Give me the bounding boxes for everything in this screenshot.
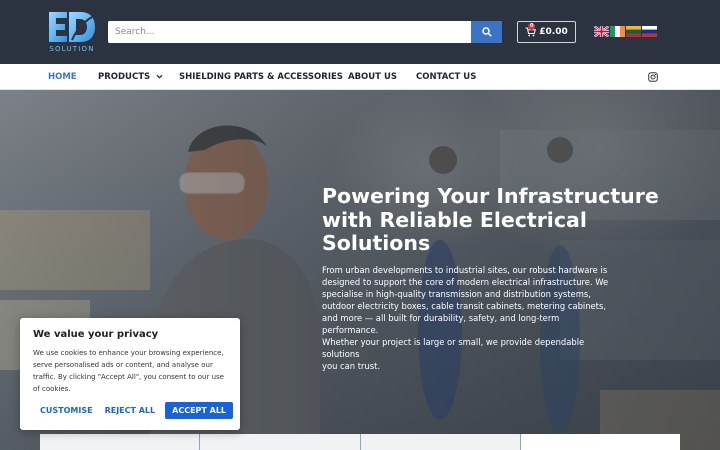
search-bar (108, 21, 502, 43)
hero-heading: Powering Your Infrastructure with Reliab… (322, 184, 672, 256)
hero-description-line: specialise in high-quality transmission … (322, 289, 591, 299)
search-input[interactable] (108, 21, 470, 43)
feature-card[interactable] (40, 434, 201, 450)
nav-products-label: PRODUCTS (98, 72, 151, 82)
feature-card[interactable] (200, 434, 361, 450)
hero-description-line: Whether your project is large or small, … (322, 337, 585, 347)
cart-button[interactable]: 0 £0.00 (517, 21, 576, 43)
hero-description-line: you can trust. (322, 361, 381, 371)
hero-description: From urban developments to industrial si… (322, 264, 612, 372)
cart-total: £0.00 (539, 27, 568, 37)
cookie-title: We value your privacy (33, 329, 159, 340)
uk-flag-icon[interactable] (594, 26, 609, 37)
russia-flag-icon[interactable] (642, 26, 657, 37)
cookie-actions: CUSTOMISE REJECT ALL ACCEPT ALL (34, 402, 234, 419)
lithuania-flag-icon[interactable] (626, 26, 641, 37)
main-navigation: HOME PRODUCTS SHIELDING PARTS & ACCESSOR… (0, 64, 720, 90)
ireland-flag-icon[interactable] (610, 26, 625, 37)
search-icon (481, 27, 492, 37)
chevron-down-icon (156, 74, 163, 79)
header-bar: SOLUTION 0 £0.00 (0, 0, 720, 64)
nav-contact-us[interactable]: CONTACT US (416, 64, 476, 90)
hero-heading-line: with Reliable Electrical (322, 207, 587, 232)
hero-description-line: From urban developments to industrial si… (322, 265, 608, 275)
hero-description-line: and more — all built for durability, saf… (322, 313, 560, 335)
hero-description-line: outdoor electricity boxes, cable transit… (322, 301, 606, 311)
language-switcher (594, 26, 657, 37)
ed-logo-mark (49, 12, 95, 42)
feature-card[interactable] (360, 434, 521, 450)
search-button[interactable] (471, 21, 502, 43)
feature-card[interactable] (520, 434, 680, 450)
nav-products[interactable]: PRODUCTS (98, 64, 163, 90)
cookie-consent-banner: We value your privacy We use cookies to … (20, 318, 240, 430)
ed-solution-logo[interactable]: SOLUTION (48, 11, 96, 54)
hero-heading-line: Solutions (322, 231, 431, 255)
cookie-description: We use cookies to enhance your browsing … (33, 349, 224, 393)
feature-cards-row (40, 434, 680, 450)
hero-heading-line: Powering Your Infrastructure (322, 184, 659, 208)
hero-description-line: designed to support the core of modern e… (322, 277, 609, 287)
nav-about-us[interactable]: ABOUT US (348, 64, 397, 90)
logo-wordmark: SOLUTION (49, 45, 95, 53)
hero-description-line: solutions (322, 349, 360, 359)
reject-all-button[interactable]: REJECT ALL (99, 402, 162, 419)
nav-home[interactable]: HOME (48, 64, 77, 90)
customise-button[interactable]: CUSTOMISE (34, 402, 99, 419)
accept-all-button[interactable]: ACCEPT ALL (165, 402, 234, 419)
nav-shielding-parts[interactable]: SHIELDING PARTS & ACCESSORIES (179, 64, 343, 90)
instagram-icon[interactable] (648, 72, 658, 82)
cart-icon: 0 (525, 23, 537, 37)
